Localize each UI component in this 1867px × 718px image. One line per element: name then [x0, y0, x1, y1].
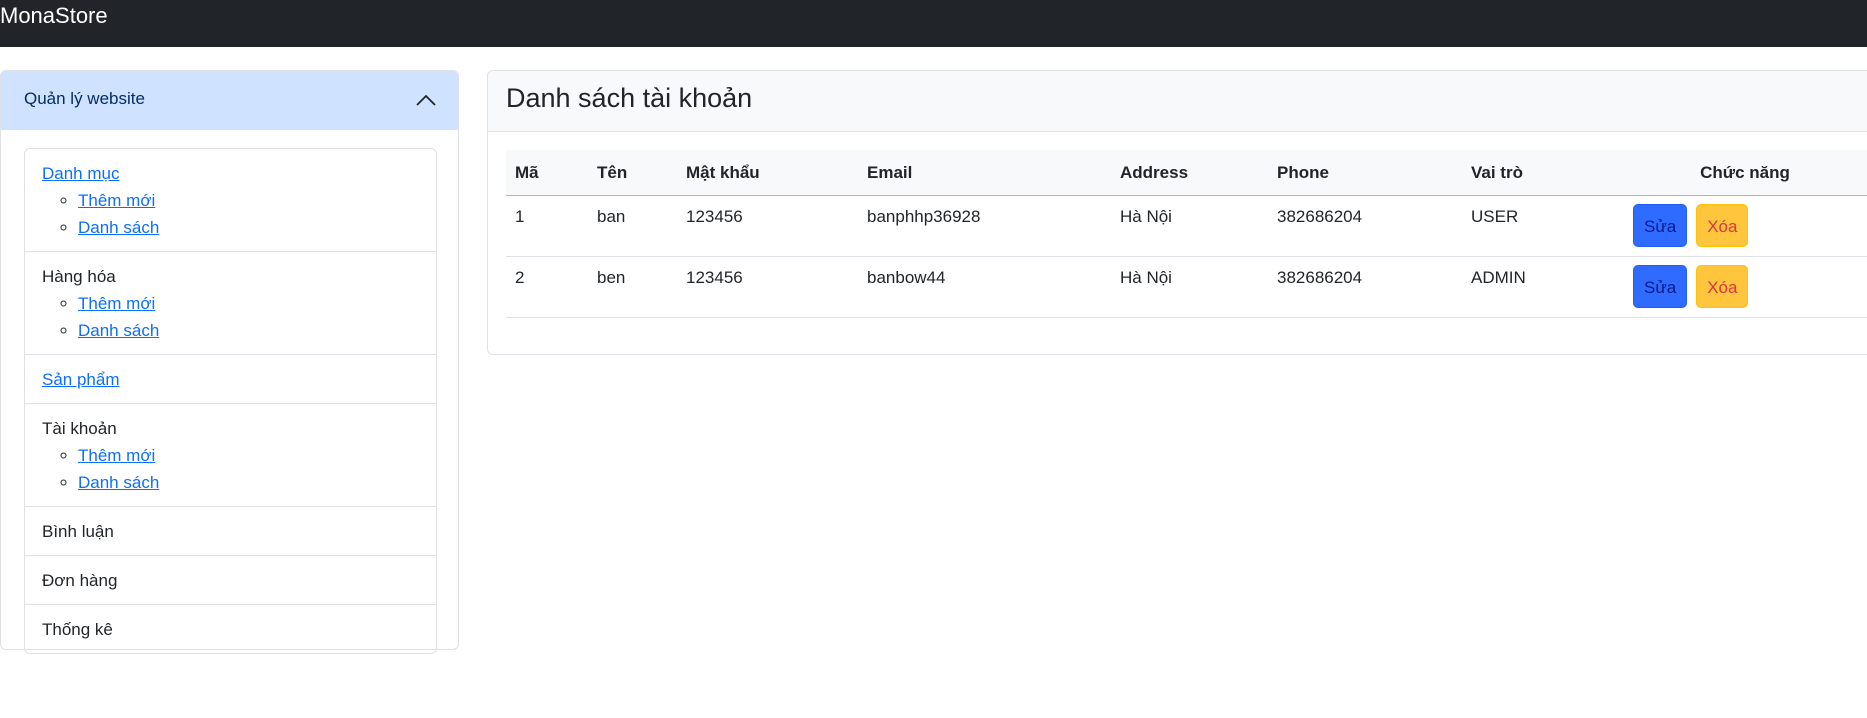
sidebar-group-label: Hàng hóa — [42, 267, 116, 286]
sidebar-sublink[interactable]: Danh sách — [78, 218, 159, 237]
sidebar-group-label: Bình luận — [42, 522, 114, 541]
column-header: Mã — [506, 150, 588, 196]
delete-button[interactable]: Xóa — [1696, 204, 1749, 247]
chevron-up-icon[interactable] — [414, 89, 438, 111]
sidebar-subitem: Danh sách — [78, 214, 419, 241]
accordion-body: Danh mục Thêm mới Danh sách Hàng hóa Thêm mớ… — [24, 148, 437, 654]
sidebar-group-item: Bình luận — [25, 507, 436, 556]
column-header: Mật khẩu — [677, 150, 858, 196]
sidebar-subitem: Danh sách — [78, 317, 419, 344]
sidebar-sublink[interactable]: Thêm mới — [78, 446, 155, 465]
column-header: Vai trò — [1462, 150, 1614, 196]
card-header: Danh sách tài khoản — [488, 71, 1867, 132]
accounts-card: Danh sách tài khoản Mã Tên Mật khẩu Email Ad… — [487, 70, 1867, 355]
sidebar-group-item[interactable]: Danh mục Thêm mới Danh sách — [25, 149, 436, 252]
cell-id: 1 — [506, 195, 588, 257]
sidebar-group-label: Tài khoản — [42, 419, 117, 438]
cell-address: Hà Nội — [1111, 256, 1268, 318]
sidebar-accordion: Quản lý website Danh mục Thêm mới Danh sác… — [0, 70, 459, 654]
sidebar-group-label: Đơn hàng — [42, 571, 118, 590]
sidebar-group-item: Tài khoản Thêm mới Danh sách — [25, 404, 436, 507]
sidebar-group-item: Đơn hàng — [25, 556, 436, 605]
accordion-title: Quản lý website — [24, 89, 145, 108]
page-title: Danh sách tài khoản — [506, 83, 753, 113]
column-header: Tên — [588, 150, 677, 196]
delete-button[interactable]: Xóa — [1696, 265, 1749, 308]
cell-role: ADMIN — [1462, 256, 1614, 318]
sidebar-group-item: Thống kê — [25, 605, 436, 653]
cell-name: ban — [588, 195, 677, 257]
top-navbar: MonaStore — [0, 0, 1867, 47]
sidebar-sublist: Thêm mới Danh sách — [42, 187, 419, 241]
column-header: Address — [1111, 150, 1268, 196]
cell-email: banbow44 — [858, 256, 1111, 318]
column-header: Phone — [1268, 150, 1462, 196]
cell-phone: 382686204 — [1268, 256, 1462, 318]
cell-phone: 382686204 — [1268, 195, 1462, 257]
sidebar-menu: Danh mục Thêm mới Danh sách Hàng hóa Thêm mớ… — [24, 148, 437, 654]
sidebar-sublist: Thêm mới Danh sách — [42, 290, 419, 344]
table-header-row: Mã Tên Mật khẩu Email Address Phone Vai trò Chứ… — [506, 150, 1867, 196]
sidebar-sublink[interactable]: Danh sách — [78, 473, 159, 492]
cell-name: ben — [588, 256, 677, 318]
cell-password: 123456 — [677, 195, 858, 257]
accounts-table: Mã Tên Mật khẩu Email Address Phone Vai trò Chứ… — [506, 150, 1867, 318]
edit-button[interactable]: Sửa — [1633, 265, 1688, 308]
cell-actions: Sửa Xóa — [1614, 195, 1867, 257]
accordion-header[interactable]: Quản lý website — [1, 71, 458, 130]
edit-button[interactable]: Sửa — [1633, 204, 1688, 247]
sidebar-sublink[interactable]: Thêm mới — [78, 191, 155, 210]
sidebar-subitem: Thêm mới — [78, 442, 419, 469]
column-header: Chức năng — [1614, 150, 1867, 196]
cell-id: 2 — [506, 256, 588, 318]
sidebar-group-label[interactable]: Sản phẩm — [42, 370, 120, 389]
brand-logo-text[interactable]: MonaStore — [0, 3, 108, 29]
sidebar-subitem: Danh sách — [78, 469, 419, 496]
sidebar-group-item: Hàng hóa Thêm mới Danh sách — [25, 252, 436, 355]
sidebar-group-item[interactable]: Sản phẩm — [25, 355, 436, 404]
sidebar-group-label[interactable]: Danh mục — [42, 164, 119, 183]
cell-actions: Sửa Xóa — [1614, 256, 1867, 318]
cell-password: 123456 — [677, 256, 858, 318]
sidebar-sublist: Thêm mới Danh sách — [42, 442, 419, 496]
cell-address: Hà Nội — [1111, 195, 1268, 257]
sidebar-sublink[interactable]: Danh sách — [78, 321, 159, 340]
sidebar-subitem: Thêm mới — [78, 290, 419, 317]
cell-role: USER — [1462, 195, 1614, 257]
cell-email: banphhp36928 — [858, 195, 1111, 257]
sidebar-sublink[interactable]: Thêm mới — [78, 294, 155, 313]
table-row: 1 ban 123456 banphhp36928 Hà Nội 382686204 USE… — [506, 195, 1867, 257]
sidebar-subitem: Thêm mới — [78, 187, 419, 214]
table-row: 2 ben 123456 banbow44 Hà Nội 382686204 ADMIN Sử… — [506, 256, 1867, 318]
column-header: Email — [858, 150, 1111, 196]
sidebar-group-label: Thống kê — [42, 620, 113, 639]
